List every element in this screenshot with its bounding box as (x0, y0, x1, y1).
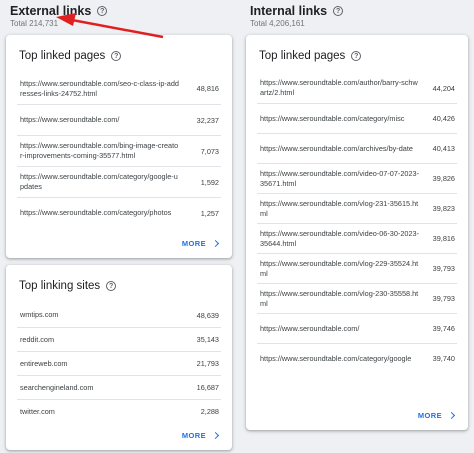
help-icon[interactable]: ? (106, 281, 117, 291)
row-label: https://www.seroundtable.com/seo-c-class… (20, 78, 179, 98)
table-row[interactable]: https://www.seroundtable.com/category/go… (17, 166, 221, 197)
card-title: Top linked pages (19, 50, 106, 62)
table-row[interactable]: twitter.com 2,288 (17, 399, 221, 423)
internal-links-column: Internal links ? Total 4,206,161 Top lin… (246, 0, 468, 430)
row-value: 35,143 (196, 335, 219, 344)
row-label: https://www.seroundtable.com/category/go… (260, 353, 412, 363)
table-row[interactable]: reddit.com 35,143 (17, 327, 221, 351)
table-row[interactable]: https://www.seroundtable.com/video-06-30… (257, 223, 457, 253)
row-value: 1,257 (200, 208, 219, 218)
external-links-column: External links ? Total 214,731 Top linke… (6, 0, 232, 450)
row-label: reddit.com (20, 334, 55, 344)
table-row[interactable]: https://www.seroundtable.com/39,746 (257, 313, 457, 343)
row-label: entireweb.com (20, 358, 68, 368)
external-links-total: Total 214,731 (10, 19, 59, 28)
external-top-linking-sites-card: Top linking sites ? wmtips.com 48,639 redd… (6, 265, 232, 450)
row-value: 44,204 (432, 83, 455, 93)
row-value: 48,816 (196, 84, 219, 93)
row-label: https://www.seroundtable.com/category/mi… (260, 113, 405, 123)
card-title: Top linking sites (19, 280, 101, 292)
row-value: 7,073 (200, 146, 219, 156)
help-icon[interactable]: ? (333, 6, 344, 16)
row-label: https://www.seroundtable.com/video-06-30… (260, 228, 419, 248)
help-icon[interactable]: ? (111, 51, 122, 61)
row-label: https://www.seroundtable.com/ (260, 323, 360, 333)
row-value: 21,793 (196, 359, 219, 368)
table-row[interactable]: searchengineland.com 16,687 (17, 375, 221, 399)
row-label: https://www.seroundtable.com/category/go… (20, 172, 178, 191)
external-top-linked-pages-list: https://www.seroundtable.com/seo-c-class… (6, 73, 232, 228)
row-value: 39,823 (432, 204, 455, 213)
internal-links-header: Internal links ? Total 4,206,161 (246, 0, 468, 33)
external-top-linking-sites-list: wmtips.com 48,639 reddit.com 35,143 entirewe… (6, 303, 232, 423)
row-label: https://www.seroundtable.com/bing-image-… (20, 141, 179, 160)
row-value: 39,793 (432, 264, 455, 273)
table-row[interactable]: https://www.seroundtable.com/author/barr… (257, 73, 457, 103)
table-row[interactable]: https://www.seroundtable.com/category/mi… (257, 103, 457, 133)
chevron-right-icon (447, 411, 456, 420)
row-label: https://www.seroundtable.com/ (20, 115, 120, 124)
row-label: https://www.seroundtable.com/vlog-231-35… (260, 198, 419, 218)
chevron-right-icon (211, 431, 220, 440)
help-icon[interactable]: ? (351, 51, 362, 61)
row-label: searchengineland.com (20, 382, 94, 392)
row-value: 39,816 (432, 234, 455, 243)
table-row[interactable]: https://www.seroundtable.com/bing-image-… (17, 135, 221, 166)
internal-top-linked-pages-card: Top linked pages ? https://www.seroundta… (246, 35, 468, 430)
row-label: wmtips.com (20, 310, 59, 319)
row-label: https://www.seroundtable.com/author/barr… (260, 78, 418, 97)
card-title: Top linked pages (259, 50, 346, 62)
row-value: 32,237 (196, 115, 219, 125)
external-pages-more-button[interactable]: MORE (182, 239, 220, 248)
row-value: 2,288 (200, 407, 219, 416)
row-label: https://www.seroundtable.com/vlog-229-35… (260, 258, 419, 278)
row-label: https://www.seroundtable.com/video-07-07… (260, 168, 419, 188)
row-value: 39,826 (432, 174, 455, 183)
table-row[interactable]: https://www.seroundtable.com/vlog-230-35… (257, 283, 457, 313)
table-row[interactable]: https://www.seroundtable.com/seo-c-class… (17, 73, 221, 104)
row-label: https://www.seroundtable.com/vlog-230-35… (260, 288, 419, 308)
row-label: twitter.com (20, 406, 55, 416)
table-row[interactable]: https://www.seroundtable.com/32,237 (17, 104, 221, 135)
internal-top-linked-pages-list: https://www.seroundtable.com/author/barr… (246, 73, 468, 373)
table-row[interactable]: https://www.seroundtable.com/category/go… (257, 343, 457, 373)
row-value: 1,592 (200, 177, 219, 187)
table-row[interactable]: https://www.seroundtable.com/vlog-231-35… (257, 193, 457, 223)
table-row[interactable]: https://www.seroundtable.com/vlog-229-35… (257, 253, 457, 283)
internal-links-total: Total 4,206,161 (250, 19, 305, 28)
internal-pages-more-button[interactable]: MORE (418, 411, 456, 420)
external-links-header: External links ? Total 214,731 (6, 0, 232, 33)
row-label: https://www.seroundtable.com/category/ph… (20, 208, 172, 217)
row-value: 39,740 (432, 354, 455, 363)
table-row[interactable]: https://www.seroundtable.com/category/ph… (17, 197, 221, 228)
table-row[interactable]: https://www.seroundtable.com/video-07-07… (257, 163, 457, 193)
row-value: 40,426 (432, 114, 455, 123)
row-value: 39,746 (432, 324, 455, 333)
row-value: 48,639 (196, 310, 219, 320)
chevron-right-icon (211, 239, 220, 248)
table-row[interactable]: wmtips.com 48,639 (17, 303, 221, 327)
row-value: 39,793 (432, 294, 455, 303)
external-top-linked-pages-card: Top linked pages ? https://www.seroundta… (6, 35, 232, 258)
external-sites-more-button[interactable]: MORE (182, 431, 220, 440)
row-label: https://www.seroundtable.com/archives/by… (260, 143, 413, 153)
external-links-title: External links (10, 4, 92, 18)
help-icon[interactable]: ? (97, 6, 108, 16)
internal-links-title: Internal links (250, 4, 328, 18)
table-row[interactable]: entireweb.com 21,793 (17, 351, 221, 375)
row-value: 16,687 (196, 383, 219, 392)
row-value: 40,413 (432, 144, 455, 153)
table-row[interactable]: https://www.seroundtable.com/archives/by… (257, 133, 457, 163)
